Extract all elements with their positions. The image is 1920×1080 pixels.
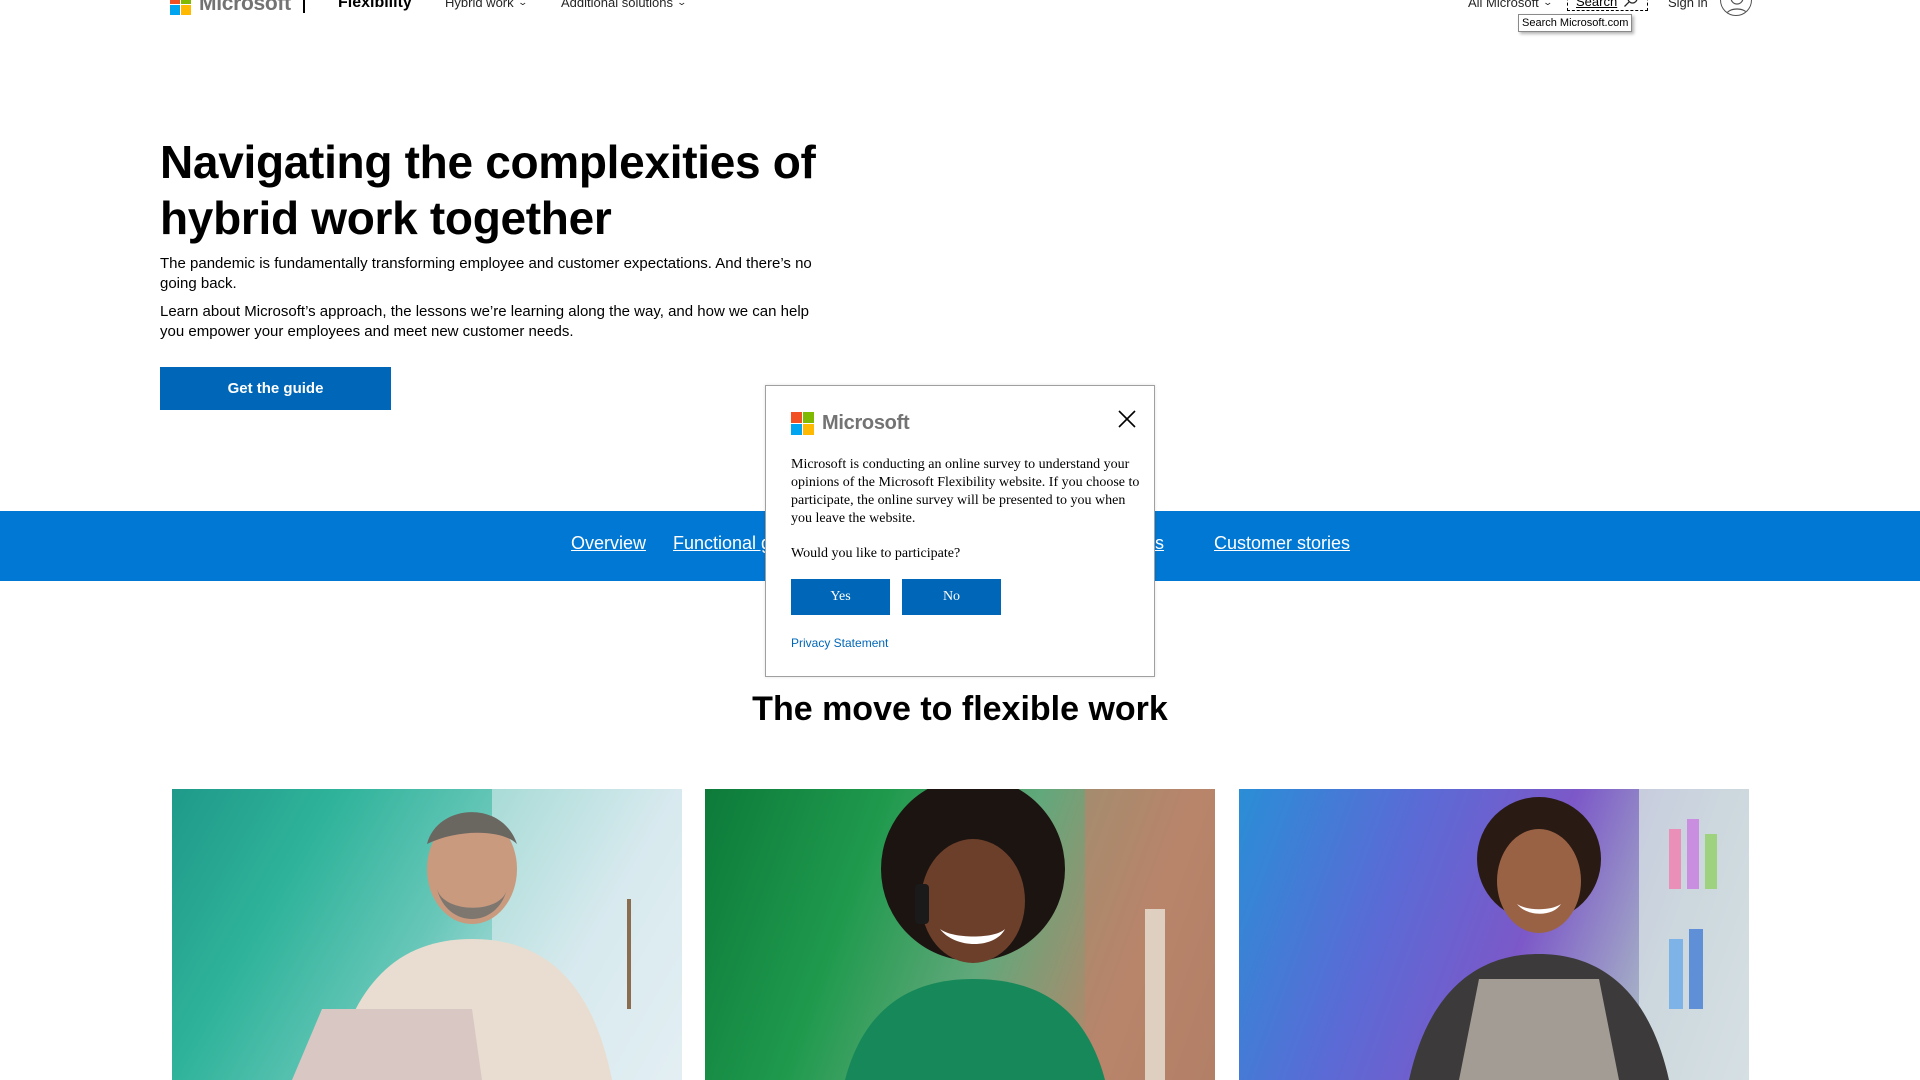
user-avatar-icon[interactable] bbox=[1720, 0, 1752, 16]
search-tooltip: Search Microsoft.com bbox=[1518, 14, 1633, 32]
dialog-question: Would you like to participate? bbox=[791, 546, 961, 561]
survey-dialog: Microsoft Microsoft is conducting an onl… bbox=[765, 385, 1155, 677]
microsoft-logo-icon bbox=[791, 412, 814, 435]
nav-additional-solutions-label: Additional solutions bbox=[561, 0, 674, 10]
hero-title-line2: hybrid work together bbox=[160, 192, 612, 244]
site-header: Microsoft Flexibility Hybrid work ⌄ Addi… bbox=[0, 0, 1920, 32]
brand-link[interactable]: Flexibility bbox=[338, 0, 412, 12]
hero-title-line1: Navigating the complexities of bbox=[160, 136, 816, 188]
dialog-microsoft-logo: Microsoft bbox=[791, 412, 910, 435]
hero-paragraph-1: The pandemic is fundamentally transformi… bbox=[160, 255, 812, 292]
tab-overview[interactable]: Overview bbox=[571, 533, 646, 554]
card-image-woman-phone-art bbox=[845, 789, 1215, 1080]
card-image-woman-phone[interactable] bbox=[705, 789, 1215, 1080]
sign-in-link[interactable]: Sign in bbox=[1668, 0, 1708, 10]
nav-hybrid-work[interactable]: Hybrid work ⌄ bbox=[445, 0, 528, 10]
card-image-woman-store-art bbox=[1409, 789, 1749, 1080]
header-divider bbox=[303, 0, 305, 13]
chevron-down-icon: ⌄ bbox=[1542, 0, 1553, 7]
microsoft-logo[interactable]: Microsoft bbox=[170, 0, 291, 16]
microsoft-logo-text: Microsoft bbox=[199, 0, 291, 15]
card-image-woman-store[interactable] bbox=[1239, 789, 1749, 1080]
chevron-down-icon: ⌄ bbox=[676, 0, 688, 7]
hero-paragraph-2: Learn about Microsoft’s approach, the le… bbox=[160, 303, 810, 340]
card-image-man-laptop[interactable] bbox=[172, 789, 682, 1080]
nav-hybrid-work-label: Hybrid work bbox=[445, 0, 514, 10]
close-icon[interactable] bbox=[1115, 407, 1139, 431]
tab-customer-stories[interactable]: Customer stories bbox=[1214, 533, 1350, 554]
section-title: The move to flexible work bbox=[752, 690, 1168, 728]
search-icon bbox=[1623, 0, 1639, 11]
all-microsoft-menu[interactable]: All Microsoft ⌄ bbox=[1468, 0, 1553, 10]
get-the-guide-button[interactable]: Get the guide bbox=[160, 367, 391, 410]
dialog-logo-text: Microsoft bbox=[822, 412, 910, 434]
hero-title: Navigating the complexities of hybrid wo… bbox=[160, 134, 860, 246]
privacy-statement-link[interactable]: Privacy Statement bbox=[791, 636, 888, 650]
microsoft-logo-icon bbox=[170, 0, 191, 15]
survey-no-button[interactable]: No bbox=[902, 579, 1001, 615]
search-label: Search bbox=[1576, 0, 1618, 9]
chevron-down-icon: ⌄ bbox=[517, 0, 528, 7]
all-microsoft-label: All Microsoft bbox=[1468, 0, 1539, 10]
survey-yes-button[interactable]: Yes bbox=[791, 579, 890, 615]
dialog-body-text: Microsoft is conducting an online survey… bbox=[791, 457, 1140, 526]
nav-additional-solutions[interactable]: Additional solutions ⌄ bbox=[561, 0, 688, 10]
card-image-man-laptop-art bbox=[292, 789, 682, 1080]
search-button[interactable]: Search bbox=[1567, 0, 1649, 11]
tab-functional-guides[interactable]: Functional g bbox=[673, 533, 771, 554]
